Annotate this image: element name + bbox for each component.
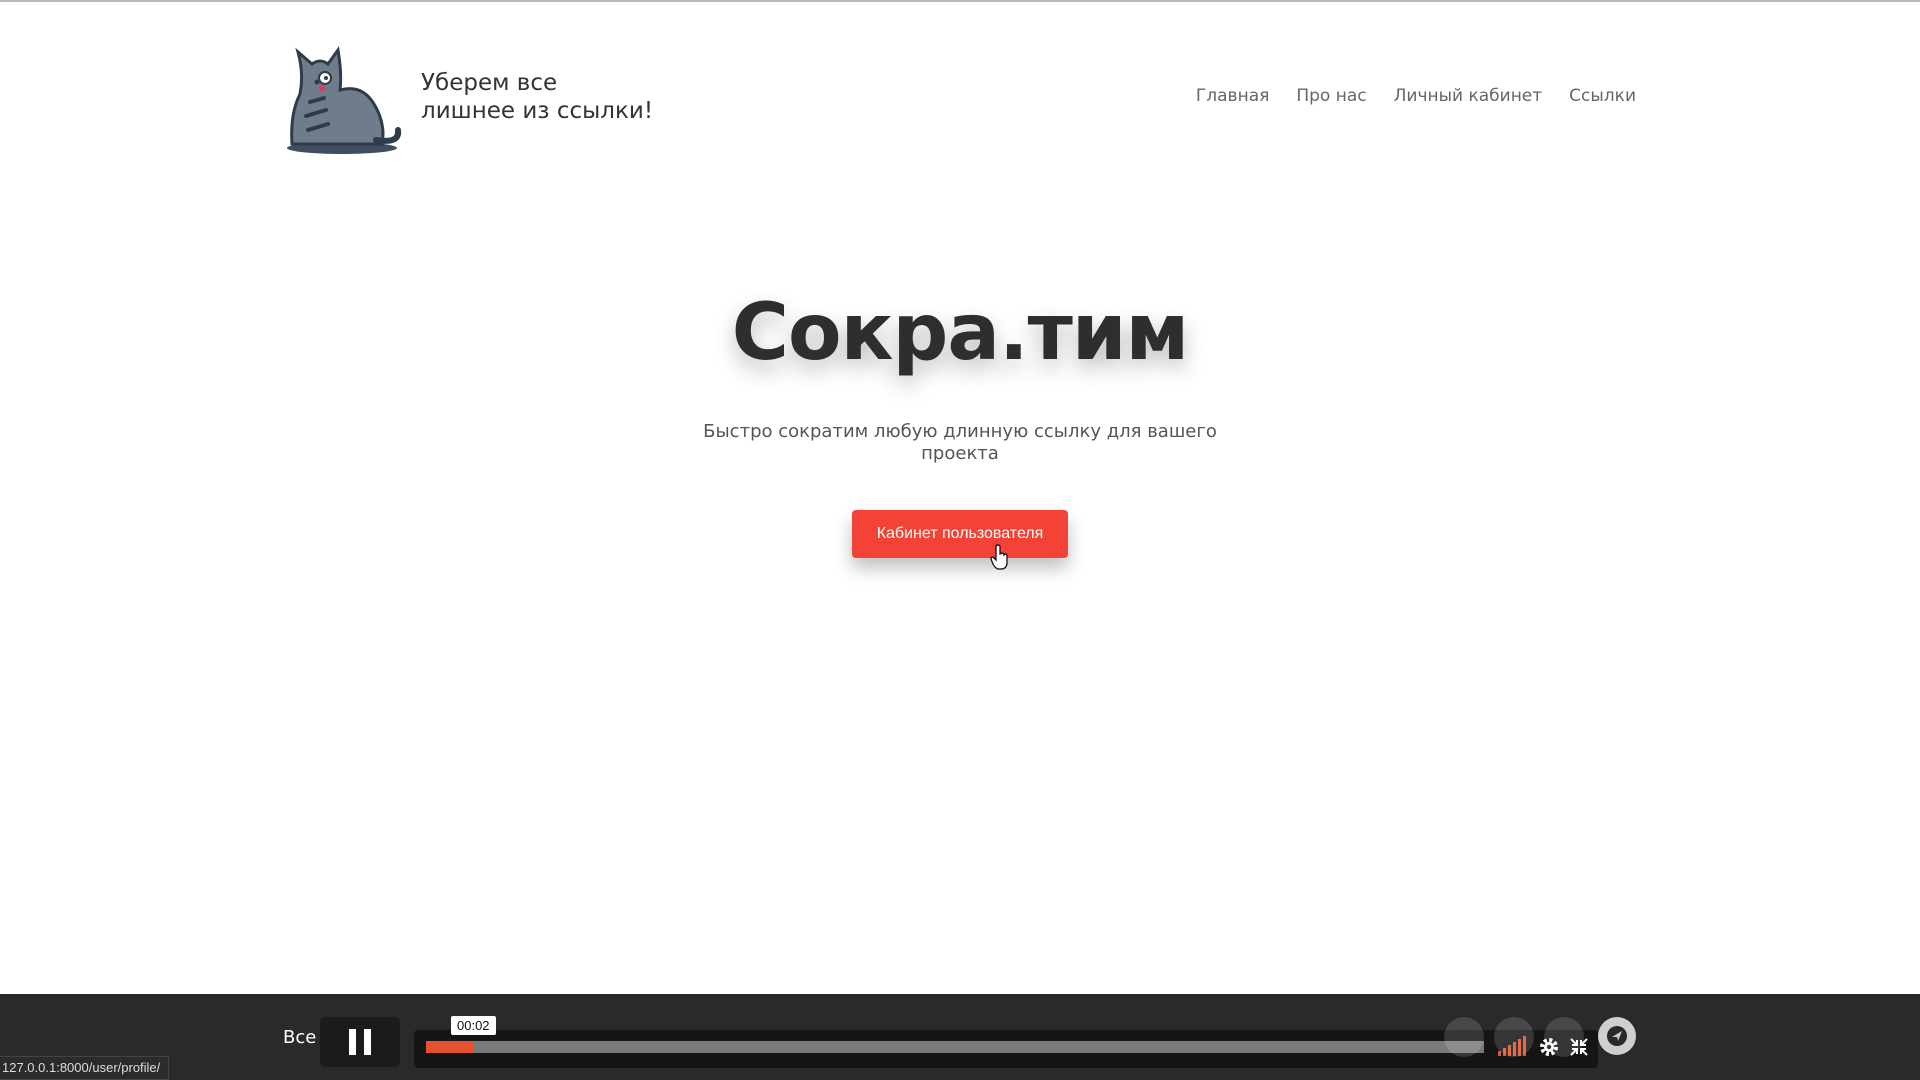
main-nav: Главная Про нас Личный кабинет Ссылки (1196, 86, 1636, 106)
progress-bar[interactable] (426, 1041, 1484, 1053)
progress-fill (426, 1041, 474, 1053)
ghost-circle-button (1444, 1017, 1484, 1057)
cursor-hand-icon (990, 544, 1010, 570)
share-icon (1607, 1026, 1627, 1046)
share-button[interactable] (1598, 1017, 1636, 1055)
tagline-line-2: лишнее из ссылки! (421, 98, 654, 124)
pause-icon (349, 1029, 356, 1055)
ghost-circle-button (1544, 1017, 1584, 1057)
status-bar-url: 127.0.0.1:8000/user/profile/ (0, 1056, 170, 1080)
tagline-line-1: Уберем все (421, 70, 558, 96)
nav-link-account[interactable]: Личный кабинет (1394, 86, 1543, 106)
window-top-border (0, 0, 1920, 2)
footer-copyright: Все (283, 1027, 317, 1048)
site-tagline: Уберем все лишнее из ссылки! (421, 69, 653, 125)
time-tooltip: 00:02 (451, 1016, 496, 1035)
hero-title: Сокра.тим (731, 288, 1190, 378)
hero-subtitle: Быстро сократим любую длинную ссылку для… (703, 421, 1217, 464)
pause-button[interactable] (320, 1017, 400, 1067)
nav-link-home[interactable]: Главная (1196, 86, 1269, 106)
nav-link-about[interactable]: Про нас (1296, 86, 1366, 106)
nav-link-links[interactable]: Ссылки (1569, 86, 1636, 106)
user-cabinet-button[interactable]: Кабинет пользователя (852, 510, 1068, 558)
ghost-circle-button (1494, 1017, 1534, 1057)
cat-logo-icon[interactable] (282, 44, 402, 156)
